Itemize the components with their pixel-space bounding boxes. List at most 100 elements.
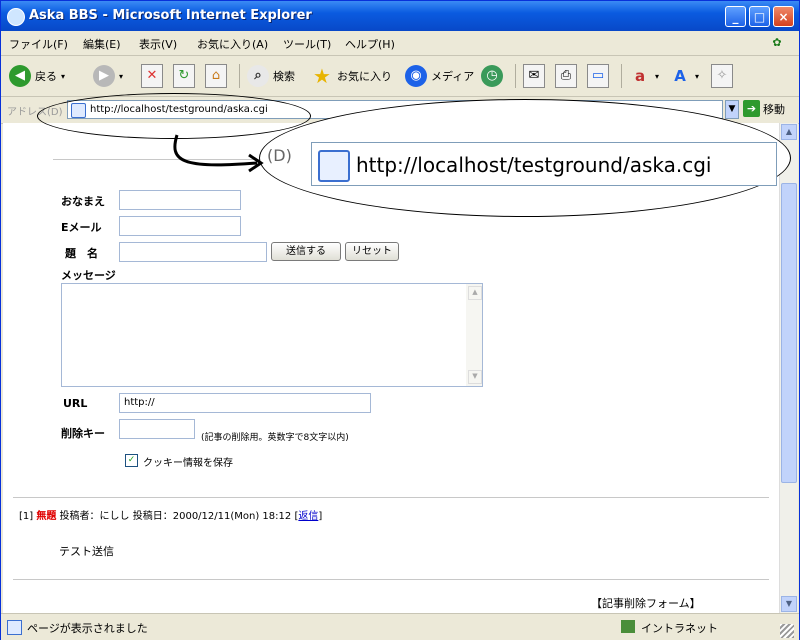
post-number: [1] [19,511,34,522]
font-size-button[interactable]: A ▾ [669,62,699,90]
message-textarea[interactable]: ▲ ▼ [61,283,483,387]
edit-button[interactable]: ▭ [587,62,611,90]
post-author: にしし [99,511,130,522]
arrow-annotation [173,134,264,173]
media-button[interactable]: ◉ メディア [405,62,474,90]
url-input[interactable]: http:// [119,393,371,413]
zone-text: イントラネット [641,622,718,635]
post-subject: 無題 [36,511,57,522]
maximize-button[interactable]: □ [749,6,770,27]
refresh-icon: ↻ [173,64,195,88]
cookie-checkbox[interactable]: ✓ [125,454,138,467]
forward-button[interactable]: ▶ ▾ [93,62,123,90]
encoding-icon: a [634,67,646,85]
delete-key-label: 削除キー [61,427,105,440]
search-label: 検索 [273,70,295,83]
reply-link[interactable]: 返信 [298,511,318,522]
toolbar-separator [621,64,622,88]
toolbar: ◀ 戻る ▾ ▶ ▾ ✕ ↻ ⌂ ⌕ 検索 ★ お気に入り ◉ メディア ◷ ✉… [1,56,799,97]
page-icon [7,620,22,635]
title-bar: Aska BBS - Microsoft Internet Explorer _… [1,1,799,31]
encoding-dropdown-icon[interactable]: ▾ [655,72,659,81]
post-date-label: 投稿日： [132,511,173,522]
font-size-dropdown-icon[interactable]: ▾ [695,72,699,81]
scroll-up-icon[interactable]: ▲ [468,286,482,300]
favorites-button[interactable]: ★ お気に入り [311,62,392,90]
name-label: おなまえ [61,195,105,208]
menu-edit[interactable]: 編集(E) [83,36,121,52]
toolbar-separator [239,64,240,88]
minimize-button[interactable]: _ [725,6,746,27]
home-button[interactable]: ⌂ [205,62,229,90]
forward-arrow-icon: ▶ [93,65,115,87]
scroll-down-icon[interactable]: ▼ [781,596,797,612]
mail-icon: ✉ [523,64,545,88]
search-button[interactable]: ⌕ 検索 [247,62,295,90]
search-icon: ⌕ [247,65,269,87]
message-label: メッセージ [61,269,116,282]
menu-file[interactable]: ファイル(F) [9,36,68,52]
ie-icon [7,8,25,26]
subject-input[interactable] [119,242,267,262]
url-label: URL [63,397,88,410]
favorites-label: お気に入り [337,70,392,83]
scroll-thumb[interactable] [781,183,797,483]
print-icon: ⎙ [555,64,577,88]
history-button[interactable]: ◷ [481,62,507,90]
intranet-icon [621,620,635,633]
mail-button[interactable]: ✉ [523,62,547,90]
stop-button[interactable]: ✕ [141,62,165,90]
page-scrollbar[interactable]: ▲ ▼ [779,123,798,613]
zoom-address-field: http://localhost/testground/aska.cgi [311,142,777,186]
print-button[interactable]: ⎙ [555,62,579,90]
post-body: テスト送信 [59,545,114,558]
menu-help[interactable]: ヘルプ(H) [345,36,395,52]
encoding-button[interactable]: a ▾ [629,62,659,90]
go-arrow-icon: ➔ [743,100,760,117]
zoom-url: http://localhost/testground/aska.cgi [356,153,712,177]
post-date: 2000/12/11(Mon) 18:12 [172,511,292,522]
menu-view[interactable]: 表示(V) [139,36,177,52]
close-button[interactable]: × [773,6,794,27]
history-icon: ◷ [481,65,503,87]
scroll-up-icon[interactable]: ▲ [781,124,797,140]
back-dropdown-icon[interactable]: ▾ [61,72,65,81]
post-header: [1] 無題 投稿者：にしし 投稿日：2000/12/11(Mon) 18:12… [19,511,323,522]
media-label: メディア [431,70,475,83]
back-arrow-icon: ◀ [9,65,31,87]
messenger-button[interactable]: ✧ [711,62,735,90]
textarea-scrollbar[interactable]: ▲ ▼ [466,284,482,386]
windows-logo-icon: ✿ [772,36,782,49]
scroll-down-icon[interactable]: ▼ [468,370,482,384]
divider [13,579,769,580]
reset-button[interactable]: リセット [345,242,399,261]
forward-dropdown-icon[interactable]: ▾ [119,72,123,81]
font-size-icon: A [674,67,686,85]
zoom-page-icon [318,150,350,182]
menu-bar: ファイル(F) 編集(E) 表示(V) お気に入り(A) ツール(T) ヘルプ(… [1,31,799,56]
delete-form-link[interactable]: 【記事削除フォーム】 [591,595,701,611]
address-dropdown-button[interactable]: ▼ [725,100,739,119]
status-text: ページが表示されました [27,622,148,635]
post-author-label: 投稿者： [59,511,100,522]
go-label: 移動 [763,102,785,116]
name-input[interactable] [119,190,241,210]
delete-key-note: (記事の削除用。英数字で8文字以内) [201,433,349,443]
toolbar-separator [515,64,516,88]
menu-tools[interactable]: ツール(T) [283,36,331,52]
resize-grip[interactable] [780,624,794,638]
go-button[interactable]: ➔ 移動 [743,100,785,117]
messenger-icon: ✧ [711,64,733,88]
divider [13,497,769,498]
delete-key-input[interactable] [119,419,195,439]
home-icon: ⌂ [205,64,227,88]
menu-favorites[interactable]: お気に入り(A) [197,36,268,52]
submit-button[interactable]: 送信する [271,242,341,261]
cookie-label: クッキー情報を保存 [143,458,233,469]
refresh-button[interactable]: ↻ [173,62,197,90]
window-title: Aska BBS - Microsoft Internet Explorer [29,8,312,23]
browser-window: Aska BBS - Microsoft Internet Explorer _… [0,0,800,640]
email-input[interactable] [119,216,241,236]
back-button[interactable]: ◀ 戻る ▾ [9,62,65,90]
stop-icon: ✕ [141,64,163,88]
